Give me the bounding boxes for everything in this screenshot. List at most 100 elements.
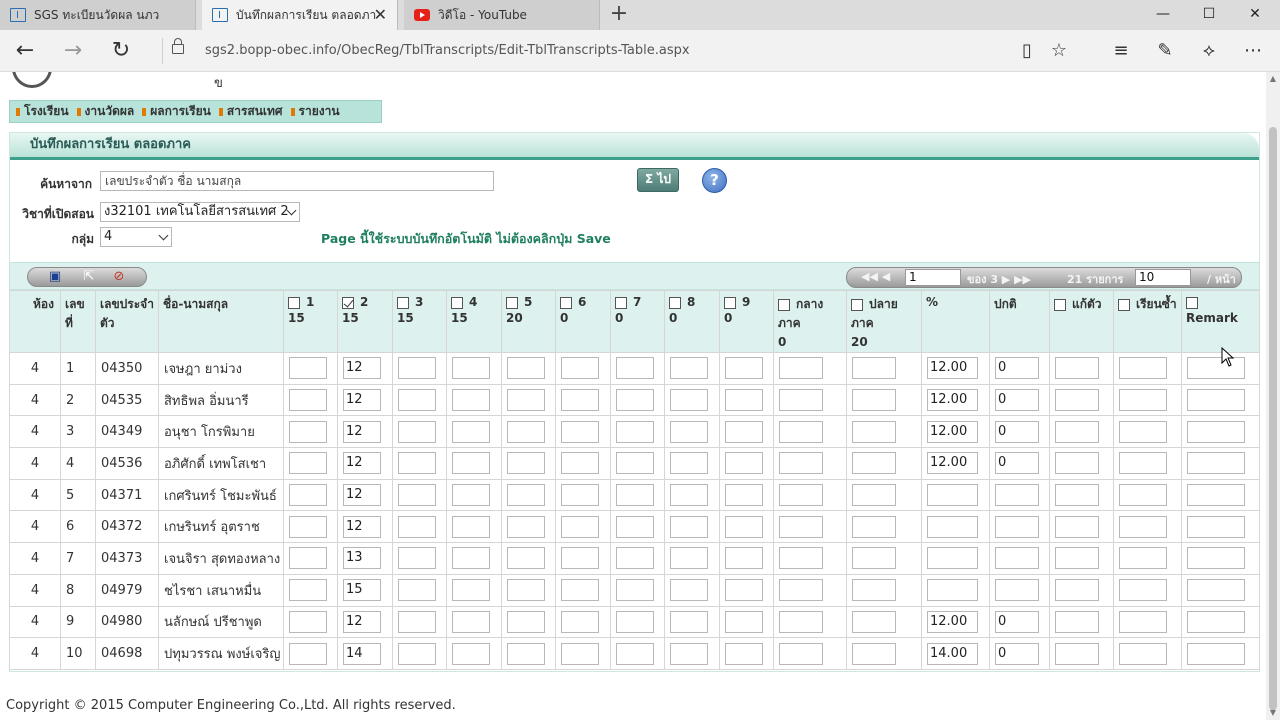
tab-youtube[interactable]: วิดีโอ - YouTube <box>404 0 600 30</box>
score-input[interactable] <box>452 357 490 380</box>
percent-input[interactable] <box>927 484 978 507</box>
score-2-input[interactable]: 12 <box>343 484 381 507</box>
score-input[interactable] <box>1055 515 1099 538</box>
tab-sgs[interactable]: SGS ทะเบียนวัดผล นภว <box>0 0 196 30</box>
column-checkbox[interactable] <box>397 296 409 309</box>
column-checkbox[interactable] <box>669 296 681 309</box>
column-checkbox[interactable] <box>451 296 463 309</box>
score-input[interactable] <box>1055 579 1099 602</box>
percent-input[interactable]: 14.00 <box>927 642 978 665</box>
score-2-input[interactable]: 12 <box>343 515 381 538</box>
remark-input[interactable] <box>1187 610 1245 633</box>
reading-view-icon[interactable]: ▯ <box>1012 36 1042 66</box>
column-checkbox[interactable] <box>288 296 300 309</box>
normal-grade-input[interactable]: 0 <box>995 420 1039 443</box>
menu-item-measurement[interactable]: งานวัดผล <box>76 102 134 121</box>
score-input[interactable] <box>1055 389 1099 412</box>
score-input[interactable] <box>452 389 490 412</box>
scroll-thumb[interactable] <box>1269 127 1277 710</box>
score-input[interactable] <box>1055 610 1099 633</box>
percent-input[interactable]: 12.00 <box>927 420 978 443</box>
percent-input[interactable]: 12.00 <box>927 452 978 475</box>
normal-grade-input[interactable]: 0 <box>995 642 1039 665</box>
score-input[interactable] <box>670 579 708 602</box>
hub-icon[interactable]: ≡ <box>1106 36 1136 66</box>
score-input[interactable] <box>616 515 654 538</box>
score-input[interactable] <box>852 357 896 380</box>
score-input[interactable] <box>561 389 599 412</box>
forward-icon[interactable]: → <box>56 36 90 66</box>
score-input[interactable] <box>725 642 763 665</box>
score-input[interactable] <box>452 610 490 633</box>
score-input[interactable] <box>852 579 896 602</box>
column-checkbox[interactable] <box>506 296 518 309</box>
column-checkbox[interactable] <box>560 296 572 309</box>
score-input[interactable] <box>725 547 763 570</box>
score-input[interactable] <box>561 452 599 475</box>
score-2-input[interactable]: 15 <box>343 579 381 602</box>
percent-input[interactable] <box>927 547 978 570</box>
score-input[interactable] <box>670 452 708 475</box>
percent-input[interactable] <box>927 515 978 538</box>
save-icon[interactable]: ▣ <box>46 269 64 285</box>
score-input[interactable] <box>1119 452 1167 475</box>
menu-item-reports[interactable]: รายงาน <box>290 102 340 121</box>
score-input[interactable] <box>561 515 599 538</box>
score-input[interactable] <box>670 515 708 538</box>
normal-grade-input[interactable]: 0 <box>995 610 1039 633</box>
remark-input[interactable] <box>1187 357 1245 380</box>
score-input[interactable] <box>561 579 599 602</box>
score-input[interactable] <box>725 515 763 538</box>
scroll-down-icon[interactable]: ▼ <box>1268 708 1278 718</box>
score-input[interactable] <box>616 420 654 443</box>
score-2-input[interactable]: 12 <box>343 452 381 475</box>
score-input[interactable] <box>289 484 327 507</box>
score-input[interactable] <box>289 389 327 412</box>
score-input[interactable] <box>561 420 599 443</box>
score-input[interactable] <box>289 610 327 633</box>
normal-grade-input[interactable] <box>995 484 1039 507</box>
score-input[interactable] <box>507 452 545 475</box>
score-input[interactable] <box>398 389 436 412</box>
remark-input[interactable] <box>1187 642 1245 665</box>
score-input[interactable] <box>725 579 763 602</box>
score-input[interactable] <box>1055 357 1099 380</box>
score-input[interactable] <box>1055 642 1099 665</box>
score-input[interactable] <box>670 357 708 380</box>
score-input[interactable] <box>1119 579 1167 602</box>
back-icon[interactable]: ← <box>8 36 42 66</box>
normal-grade-input[interactable] <box>995 515 1039 538</box>
score-input[interactable] <box>289 579 327 602</box>
score-input[interactable] <box>452 420 490 443</box>
score-input[interactable] <box>507 389 545 412</box>
score-input[interactable] <box>852 389 896 412</box>
score-input[interactable] <box>561 642 599 665</box>
first-prev-icon[interactable]: ◀◀ ◀ <box>861 270 890 283</box>
column-checkbox[interactable] <box>1118 298 1130 311</box>
score-input[interactable] <box>289 515 327 538</box>
score-input[interactable] <box>398 420 436 443</box>
score-input[interactable] <box>289 420 327 443</box>
score-2-input[interactable]: 12 <box>343 420 381 443</box>
new-tab-button[interactable]: + <box>606 2 632 28</box>
more-icon[interactable]: ⋯ <box>1238 36 1268 66</box>
percent-input[interactable]: 12.00 <box>927 357 978 380</box>
score-input[interactable] <box>398 579 436 602</box>
normal-grade-input[interactable]: 0 <box>995 389 1039 412</box>
score-input[interactable] <box>289 452 327 475</box>
score-input[interactable] <box>779 579 823 602</box>
score-input[interactable] <box>507 547 545 570</box>
score-input[interactable] <box>507 610 545 633</box>
score-input[interactable] <box>452 452 490 475</box>
score-input[interactable] <box>507 642 545 665</box>
search-input[interactable]: เลขประจำตัว ชื่อ นามสกุล <box>100 171 494 191</box>
score-input[interactable] <box>852 420 896 443</box>
score-input[interactable] <box>616 357 654 380</box>
score-input[interactable] <box>670 420 708 443</box>
close-tab-icon[interactable]: ✕ <box>374 5 387 24</box>
score-input[interactable] <box>398 452 436 475</box>
remark-input[interactable] <box>1187 452 1245 475</box>
column-checkbox[interactable] <box>851 298 863 311</box>
score-input[interactable] <box>398 484 436 507</box>
score-input[interactable] <box>507 484 545 507</box>
